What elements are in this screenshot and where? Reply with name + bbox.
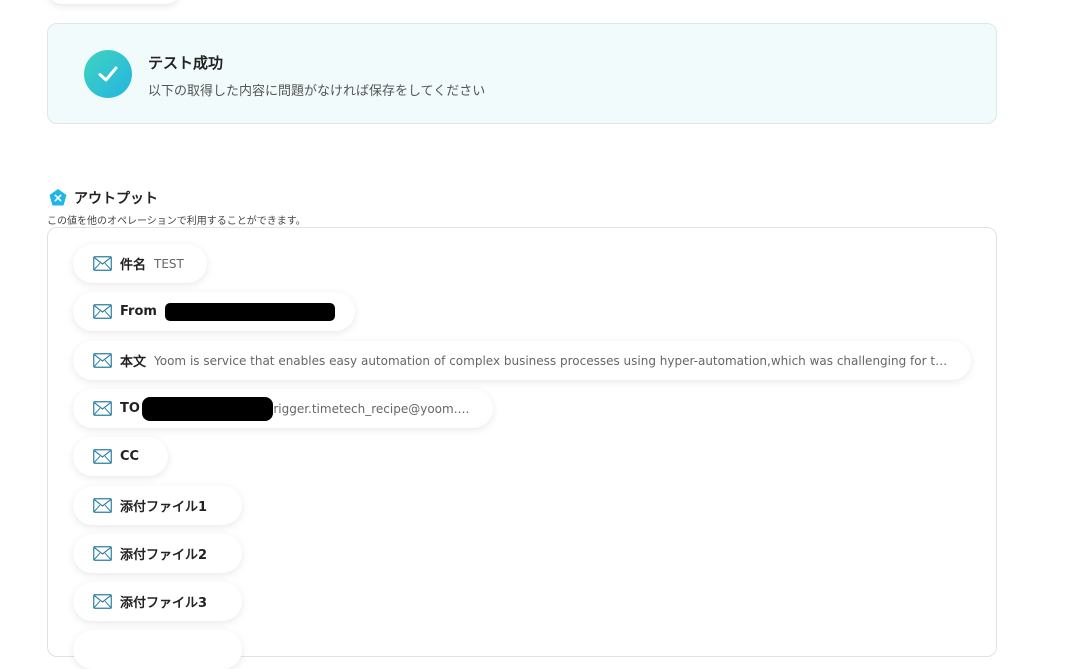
redacted-value bbox=[164, 302, 335, 321]
item-value: rigger.timetech_recipe@yoom.fun bbox=[273, 401, 473, 416]
item-label: CC bbox=[120, 449, 140, 464]
mail-icon bbox=[93, 498, 112, 513]
mail-icon bbox=[93, 256, 112, 271]
item-label: TO bbox=[120, 401, 140, 416]
output-item-partial[interactable] bbox=[73, 630, 242, 669]
output-item-attachment-3[interactable]: 添付ファイル3 bbox=[73, 582, 242, 621]
item-value: Yoom is service that enables easy automa… bbox=[154, 353, 951, 368]
item-value: TEST bbox=[154, 256, 184, 271]
output-title: アウトプット bbox=[74, 191, 158, 207]
item-label: 本文 bbox=[120, 355, 147, 370]
mail-icon bbox=[93, 594, 112, 609]
output-item-body[interactable]: 本文 Yoom is service that enables easy aut… bbox=[73, 341, 971, 380]
output-item-subject[interactable]: 件名 TEST bbox=[73, 244, 207, 283]
mail-icon bbox=[93, 401, 112, 416]
output-item-cc[interactable]: CC bbox=[73, 437, 168, 476]
output-item-from[interactable]: From bbox=[73, 292, 355, 331]
item-label: 添付ファイル2 bbox=[120, 548, 208, 563]
output-item-attachment-2[interactable]: 添付ファイル2 bbox=[73, 534, 242, 573]
mail-icon bbox=[93, 449, 112, 464]
mail-icon bbox=[93, 353, 112, 368]
test-success-card: テスト成功 以下の取得した内容に問題がなければ保存をしてください bbox=[47, 23, 997, 124]
item-label: 添付ファイル3 bbox=[120, 596, 208, 611]
output-header: アウトプット bbox=[48, 188, 158, 208]
success-subtitle: 以下の取得した内容に問題がなければ保存をしてください bbox=[148, 84, 486, 99]
mail-icon bbox=[93, 304, 112, 319]
check-circle-icon bbox=[84, 50, 132, 98]
output-description: この値を他のオペレーションで利用することができます。 bbox=[47, 216, 306, 227]
redacted-value bbox=[141, 396, 274, 421]
x-badge-icon bbox=[48, 188, 68, 208]
output-item-to[interactable]: TO rigger.timetech_recipe@yoom.fun bbox=[73, 389, 493, 428]
output-item-attachment-1[interactable]: 添付ファイル1 bbox=[73, 486, 242, 525]
mail-icon bbox=[93, 546, 112, 561]
item-label: From bbox=[120, 304, 157, 319]
item-label: 件名 bbox=[120, 258, 147, 273]
item-label: 添付ファイル1 bbox=[120, 500, 208, 515]
success-title: テスト成功 bbox=[148, 54, 224, 72]
top-pill-partial bbox=[48, 0, 180, 4]
